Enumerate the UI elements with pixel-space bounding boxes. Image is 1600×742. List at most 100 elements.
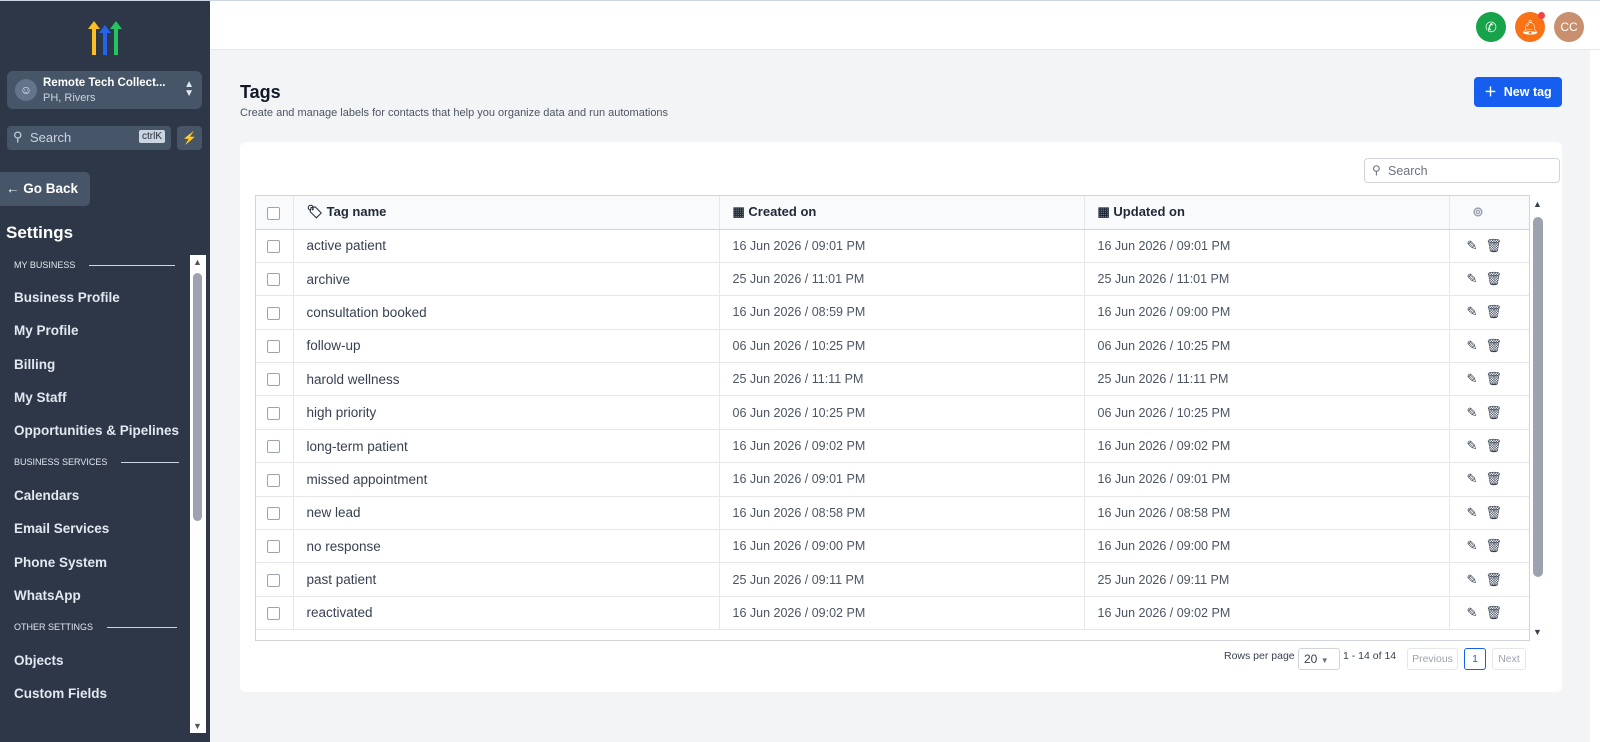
go-back-label: Go Back (23, 181, 79, 196)
sidebar-search-input[interactable]: ⚲ Search ctrlK (7, 126, 171, 150)
sidebar-item-my-staff[interactable]: My Staff (14, 390, 67, 405)
scrollbar-thumb[interactable] (1533, 217, 1543, 577)
edit-icon[interactable]: ✎ (1467, 605, 1478, 621)
table-row[interactable]: active patient 16 Jun 2026 / 09:01 PM 16 J… (256, 229, 1529, 263)
row-actions-cell: ✎ 🗑︎ (1449, 362, 1529, 397)
scroll-down-arrow[interactable]: ▼ (193, 721, 202, 731)
table-row[interactable]: high priority 06 Jun 2026 / 10:25 PM 06 Ju… (256, 395, 1529, 430)
table-row[interactable]: missed appointment 16 Jun 2026 / 09:01 PM… (256, 462, 1529, 497)
row-checkbox[interactable] (267, 306, 280, 320)
row-select-cell (256, 295, 294, 330)
sidebar-item-email-services[interactable]: Email Services (14, 521, 109, 536)
edit-icon[interactable]: ✎ (1467, 572, 1478, 588)
delete-icon[interactable]: 🗑︎ (1485, 572, 1502, 588)
edit-icon[interactable]: ✎ (1467, 304, 1478, 320)
plus-icon: ＋ (1484, 85, 1497, 99)
table-row[interactable]: long-term patient 16 Jun 2026 / 09:02 PM 1… (256, 429, 1529, 464)
table-row[interactable]: follow-up 06 Jun 2026 / 10:25 PM 06 Jun 20… (256, 329, 1529, 364)
column-settings-icon[interactable]: ⊚ (1473, 204, 1484, 219)
row-checkbox[interactable] (267, 373, 280, 387)
edit-icon[interactable]: ✎ (1467, 505, 1478, 521)
sidebar-item-objects[interactable]: Objects (14, 653, 64, 668)
edit-icon[interactable]: ✎ (1467, 338, 1478, 354)
sidebar-item-custom-fields[interactable]: Custom Fields (14, 686, 107, 701)
go-back-button[interactable]: ← Go Back (0, 172, 90, 206)
section-label: BUSINESS SERVICES (14, 457, 108, 467)
scroll-up-arrow[interactable]: ▲ (193, 257, 202, 267)
sidebar-item-business-profile[interactable]: Business Profile (14, 290, 120, 305)
tag-name-cell: past patient (293, 562, 720, 597)
next-page-button[interactable]: Next (1492, 648, 1526, 670)
rows-per-page-select[interactable]: 20 ▼ (1298, 648, 1340, 670)
row-checkbox[interactable] (267, 406, 280, 420)
notifications-button[interactable]: 🔔︎ (1515, 12, 1545, 42)
section-label: OTHER SETTINGS (14, 622, 94, 632)
row-checkbox[interactable] (267, 440, 280, 454)
delete-icon[interactable]: 🗑︎ (1485, 538, 1502, 554)
rows-per-page-value: 20 (1304, 652, 1318, 666)
sidebar-item-calendars[interactable]: Calendars (14, 488, 79, 503)
delete-icon[interactable]: 🗑︎ (1485, 605, 1502, 621)
delete-icon[interactable]: 🗑︎ (1485, 238, 1502, 254)
quick-actions-button[interactable]: ⚡ (177, 126, 202, 150)
scrollbar-thumb[interactable] (193, 273, 202, 521)
row-checkbox[interactable] (267, 473, 280, 487)
table-scrollbar[interactable]: ▲ ▼ (1530, 195, 1546, 641)
scroll-down-arrow[interactable]: ▼ (1533, 627, 1542, 637)
created-on-cell: 16 Jun 2026 / 09:01 PM (719, 229, 1085, 263)
user-avatar[interactable]: CC (1554, 12, 1584, 42)
row-actions-cell: ✎ 🗑︎ (1449, 462, 1529, 497)
new-tag-label: New tag (1503, 85, 1552, 99)
table-row[interactable]: harold wellness 25 Jun 2026 / 11:11 PM 25 … (256, 362, 1529, 397)
delete-icon[interactable]: 🗑︎ (1485, 505, 1502, 521)
delete-icon[interactable]: 🗑︎ (1485, 338, 1502, 354)
table-row[interactable]: consultation booked 16 Jun 2026 / 08:59 P… (256, 295, 1529, 330)
row-checkbox[interactable] (267, 540, 280, 554)
sidebar-item-whatsapp[interactable]: WhatsApp (14, 588, 81, 603)
app-logo[interactable] (86, 19, 126, 57)
row-checkbox[interactable] (267, 239, 280, 253)
sidebar-item-my-profile[interactable]: My Profile (14, 323, 79, 338)
account-switcher[interactable]: ☺ Remote Tech Collect... PH, Rivers ▲ ▼ (7, 71, 202, 109)
table-search-placeholder: Search (1388, 164, 1428, 178)
table-row[interactable]: archive 25 Jun 2026 / 11:01 PM 25 Jun 2026… (256, 262, 1529, 297)
updated-on-cell: 25 Jun 2026 / 09:11 PM (1084, 562, 1450, 597)
sidebar-scrollbar[interactable]: ▲ ▼ (190, 255, 206, 733)
delete-icon[interactable]: 🗑︎ (1485, 438, 1502, 454)
delete-icon[interactable]: 🗑︎ (1485, 405, 1502, 421)
shortcut-badge: ctrlK (139, 130, 165, 143)
phone-button[interactable]: ✆ (1476, 12, 1506, 42)
table-row[interactable]: reactivated 16 Jun 2026 / 09:02 PM 16 Jun … (256, 596, 1529, 631)
row-checkbox[interactable] (267, 273, 280, 287)
row-checkbox[interactable] (267, 607, 280, 621)
edit-icon[interactable]: ✎ (1467, 538, 1478, 554)
sidebar-item-opportunities-pipelines[interactable]: Opportunities & Pipelines (14, 423, 179, 438)
edit-icon[interactable]: ✎ (1467, 271, 1478, 287)
edit-icon[interactable]: ✎ (1467, 371, 1478, 387)
column-header-created-on[interactable]: ▦ Created on (719, 196, 1085, 230)
column-header-updated-on[interactable]: ▦ Updated on (1084, 196, 1450, 230)
edit-icon[interactable]: ✎ (1467, 471, 1478, 487)
column-header-tag-name[interactable]: 🏷︎ Tag name (293, 196, 720, 230)
row-checkbox[interactable] (267, 339, 280, 353)
table-row[interactable]: new lead 16 Jun 2026 / 08:58 PM 16 Jun 202… (256, 496, 1529, 531)
edit-icon[interactable]: ✎ (1467, 405, 1478, 421)
scroll-up-arrow[interactable]: ▲ (1533, 199, 1542, 209)
select-all-checkbox[interactable] (267, 206, 280, 220)
delete-icon[interactable]: 🗑︎ (1485, 471, 1502, 487)
delete-icon[interactable]: 🗑︎ (1485, 371, 1502, 387)
delete-icon[interactable]: 🗑︎ (1485, 304, 1502, 320)
table-row[interactable]: past patient 25 Jun 2026 / 09:11 PM 25 Jun… (256, 562, 1529, 597)
edit-icon[interactable]: ✎ (1467, 438, 1478, 454)
delete-icon[interactable]: 🗑︎ (1485, 271, 1502, 287)
row-checkbox[interactable] (267, 506, 280, 520)
table-row[interactable]: no response 16 Jun 2026 / 09:00 PM 16 Jun … (256, 529, 1529, 564)
sidebar-item-phone-system[interactable]: Phone System (14, 555, 107, 570)
previous-page-button[interactable]: Previous (1407, 648, 1458, 670)
new-tag-button[interactable]: ＋ New tag (1474, 77, 1562, 107)
table-search-input[interactable]: ⚲ Search (1364, 158, 1560, 183)
sidebar-item-billing[interactable]: Billing (14, 357, 55, 372)
page-1-button[interactable]: 1 (1464, 648, 1486, 670)
edit-icon[interactable]: ✎ (1467, 238, 1478, 254)
row-checkbox[interactable] (267, 573, 280, 587)
